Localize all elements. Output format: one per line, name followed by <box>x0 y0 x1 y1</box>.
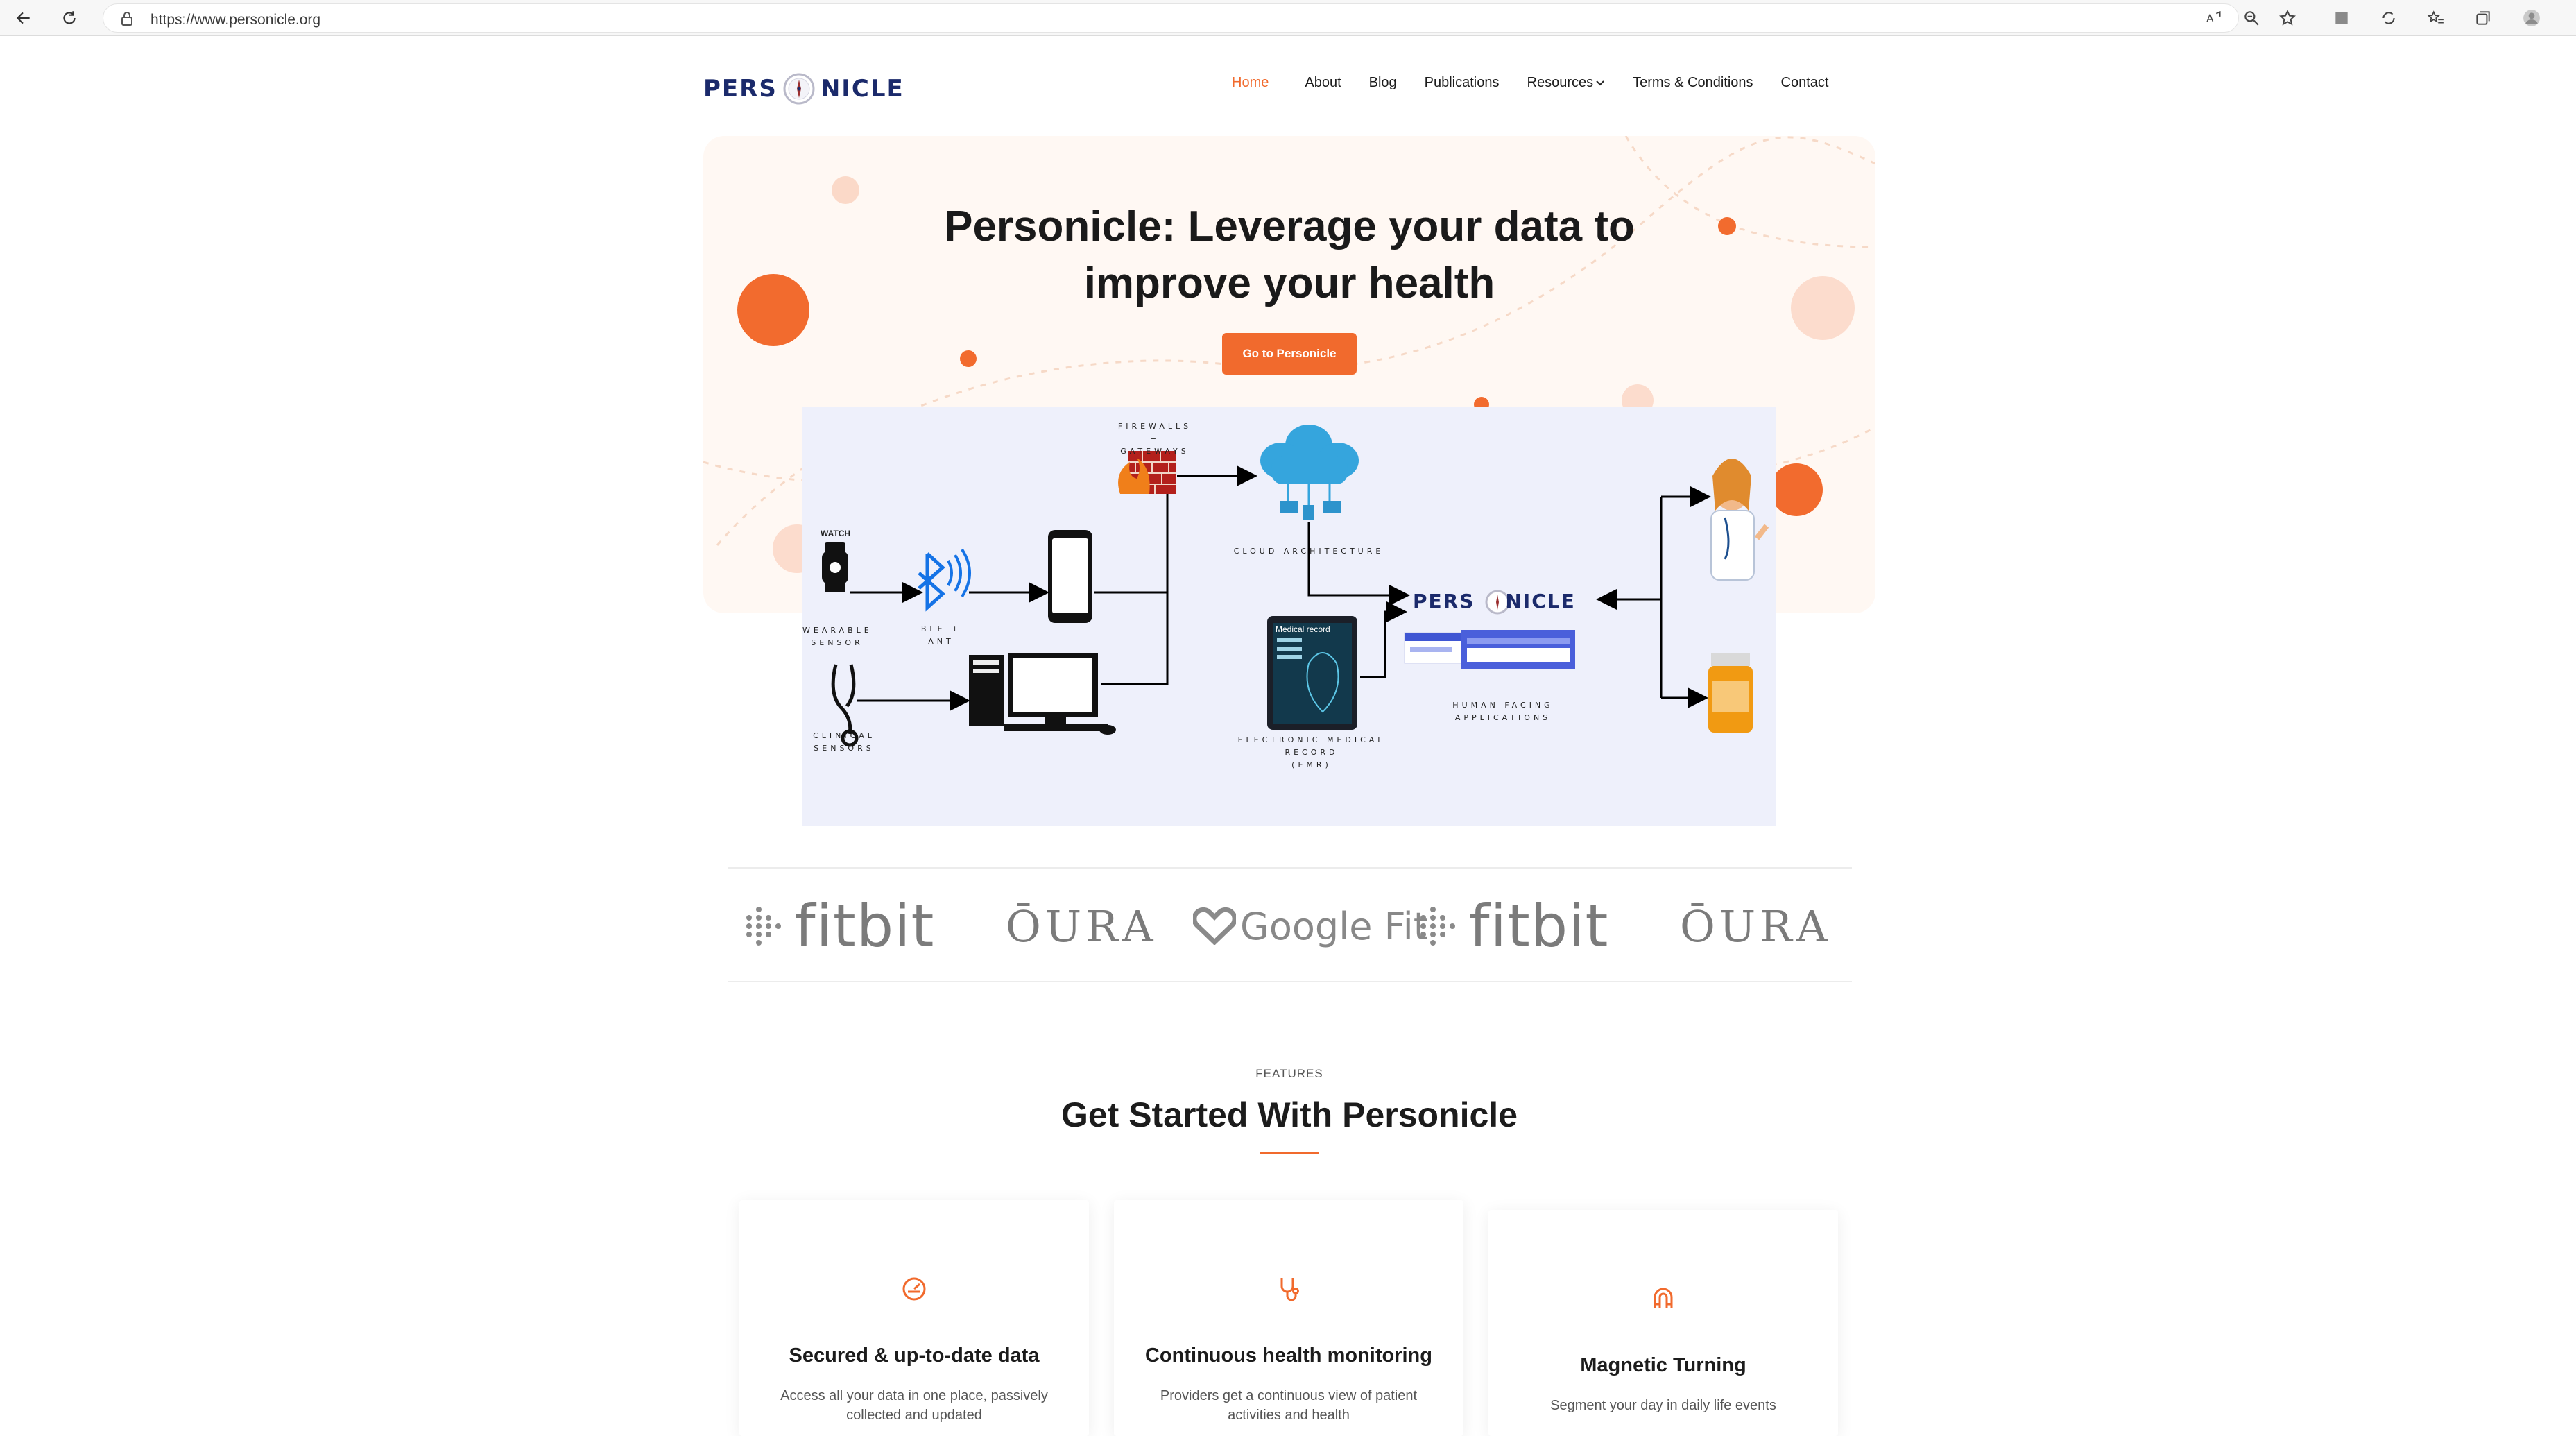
oura-wordmark: ŌURA <box>1006 900 1158 952</box>
zoom-icon[interactable] <box>2240 7 2262 29</box>
fitbit-wordmark: fitbit <box>795 892 935 960</box>
nav-blog[interactable]: Blog <box>1369 75 1397 91</box>
main-nav: Home About Blog Publications Resources T… <box>1232 75 1828 91</box>
oura-wordmark: ŌURA <box>1680 900 1832 952</box>
speedometer-icon <box>902 1277 926 1301</box>
medicine-bottle-icon <box>1708 653 1753 733</box>
smartphone-icon <box>1048 530 1092 623</box>
feature-card-magnetic-turning[interactable]: Magnetic Turning Segment your day in dai… <box>1488 1210 1838 1436</box>
fitbit-dots-icon <box>1420 907 1457 946</box>
logo-text-left: PERS <box>703 75 778 103</box>
human-facing-apps-screenshot <box>1404 630 1575 669</box>
hero-title-line2: improve your health <box>1083 259 1495 307</box>
watch-badge: WATCH <box>821 529 851 538</box>
fitbit-logo: fitbit <box>746 869 934 984</box>
medical-record-title: Medical record <box>1276 624 1330 634</box>
partner-logo-strip: fitbit ŌURA Google Fit fitbit ŌURA <box>728 867 1852 982</box>
favorite-star-icon[interactable] <box>2276 7 2299 29</box>
feature-card-health-monitoring[interactable]: Continuous health monitoring Providers g… <box>1114 1200 1463 1436</box>
feature-card-text: Providers get a continuous view of patie… <box>1160 1388 1418 1423</box>
hero-title: Personicle: Leverage your data to improv… <box>703 198 1875 312</box>
emr-label: ELECTRONIC MEDICAL RECORD (EMR) <box>1237 735 1386 769</box>
favorites-list-icon[interactable] <box>2425 7 2447 29</box>
site-logo[interactable]: PERS NICLE <box>703 68 904 110</box>
nav-about[interactable]: About <box>1305 75 1341 91</box>
sync-icon[interactable] <box>2378 7 2400 29</box>
decor-dot <box>960 350 977 367</box>
go-to-personicle-button[interactable]: Go to Personicle <box>1222 333 1357 375</box>
google-fit-logo: Google Fit <box>1193 869 1428 984</box>
firewalls-label: FIREWALLS + GATEWAYS <box>1117 422 1192 456</box>
extension-icon[interactable] <box>2330 7 2353 29</box>
collections-icon[interactable] <box>2472 7 2494 29</box>
profile-avatar-icon[interactable] <box>2521 7 2543 29</box>
features-eyebrow: FEATURES <box>1255 1067 1323 1080</box>
lock-icon <box>121 12 132 26</box>
smartwatch-icon <box>822 542 848 592</box>
logo-text-right: NICLE <box>820 75 904 103</box>
features-title: Get Started With Personicle <box>1061 1095 1518 1134</box>
feature-card-text: Segment your day in daily life events <box>1550 1398 1776 1413</box>
url-text: https://www.personicle.org <box>151 12 321 28</box>
google-fit-wordmark: Google Fit <box>1240 904 1428 948</box>
read-aloud-icon[interactable]: A <box>2203 7 2225 29</box>
fitbit-dots-icon <box>746 907 782 946</box>
oura-logo: ŌURA <box>1006 869 1158 984</box>
back-icon[interactable] <box>11 6 36 31</box>
browser-toolbar: https://www.personicle.org A <box>0 0 2576 36</box>
chevron-down-icon <box>1596 80 1604 85</box>
feature-card-secured-data[interactable]: Secured & up-to-date data Access all you… <box>739 1200 1089 1436</box>
feature-card-title: Magnetic Turning <box>1580 1354 1746 1376</box>
nav-resources-label: Resources <box>1527 75 1594 90</box>
fitbit-wordmark: fitbit <box>1469 892 1609 960</box>
nav-contact[interactable]: Contact <box>1781 75 1829 91</box>
wearable-label: WEARABLE SENSOR <box>802 626 873 647</box>
nav-resources[interactable]: Resources <box>1527 75 1606 91</box>
decor-dot <box>1770 463 1823 516</box>
human-facing-label: HUMAN FACING APPLICATIONS <box>1452 701 1554 722</box>
nav-home[interactable]: Home <box>1232 75 1269 91</box>
magnet-icon <box>1654 1288 1673 1308</box>
clinical-label: CLINICAL SENSORS <box>813 731 875 753</box>
nav-terms[interactable]: Terms & Conditions <box>1633 75 1753 91</box>
hero-title-line1: Personicle: Leverage your data to <box>944 203 1635 250</box>
address-bar[interactable]: https://www.personicle.org <box>103 3 2239 33</box>
nav-publications[interactable]: Publications <box>1425 75 1500 91</box>
architecture-diagram: WATCH FIREWALLS + GATEWAYS CLOUD ARCHITEC… <box>802 407 1776 826</box>
stethoscope-icon <box>1280 1278 1299 1301</box>
fitbit-logo: fitbit <box>1420 869 1608 984</box>
doctor-illustration <box>1710 459 1769 581</box>
svg-text:A: A <box>2206 12 2214 24</box>
feature-card-text: Access all your data in one place, passi… <box>780 1388 1048 1423</box>
ble-label: BLE + ANT <box>920 624 962 646</box>
compass-logo-icon <box>783 73 815 105</box>
feature-card-title: Secured & up-to-date data <box>789 1344 1040 1367</box>
cloud-architecture-icon <box>1260 425 1359 520</box>
cloud-label: CLOUD ARCHITECTURE <box>1233 547 1384 556</box>
reload-icon[interactable] <box>57 6 82 31</box>
google-fit-heart-icon <box>1193 907 1236 945</box>
feature-card-title: Continuous health monitoring <box>1144 1344 1432 1367</box>
diagram-personicle-logo: PERS NICLE <box>1413 590 1576 613</box>
oura-logo: ŌURA <box>1680 869 1832 984</box>
bluetooth-icon <box>918 548 971 612</box>
desktop-computer-icon <box>969 653 1116 735</box>
title-underline <box>1260 1152 1319 1154</box>
